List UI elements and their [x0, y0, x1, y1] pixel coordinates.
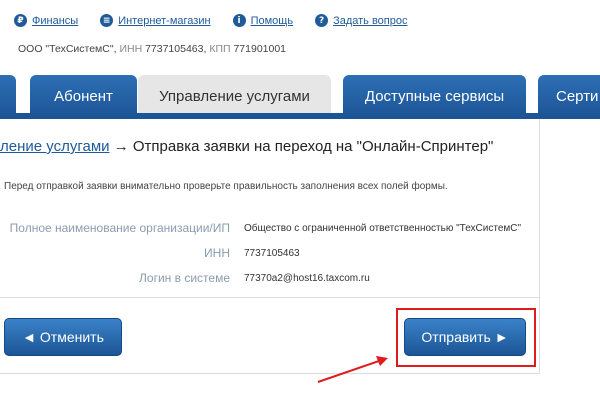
main-tabs: Абонент Управление услугами Доступные се…: [0, 75, 600, 117]
field-value-org-name: Общество с ограниченной ответственностью…: [244, 223, 522, 234]
divider: [0, 297, 540, 298]
pointer-arrow-icon: [317, 356, 388, 383]
help-link-label[interactable]: Помощь: [251, 15, 294, 27]
cancel-button[interactable]: ◄ Отменить: [4, 318, 122, 356]
shop-link[interactable]: ≡ Интернет-магазин: [100, 14, 211, 27]
field-value-inn: 7737105463: [244, 248, 300, 259]
field-row-inn: ИНН 7737105463: [0, 246, 540, 270]
finance-link[interactable]: ₽ Финансы: [14, 14, 78, 27]
info-icon: i: [232, 14, 246, 27]
top-bar: ₽ Финансы ≡ Интернет-магазин i Помощь ? …: [0, 0, 600, 70]
org-info: ООО "ТехСистемС", ИНН 7737105463, КПП 77…: [18, 43, 286, 55]
field-label-inn: ИНН: [204, 246, 230, 260]
shop-link-label[interactable]: Интернет-магазин: [118, 15, 210, 27]
field-value-login: 77370a2@host16.taxcom.ru: [244, 273, 370, 284]
org-inn: 7737105463,: [145, 43, 207, 55]
page-title: Отправка заявки на переход на "Онлайн-Сп…: [132, 138, 494, 155]
top-links: ₽ Финансы ≡ Интернет-магазин i Помощь ? …: [14, 14, 429, 27]
cart-icon: ≡: [100, 14, 114, 27]
highlight-box: [396, 308, 536, 367]
ask-question-link-label[interactable]: Задать вопрос: [333, 15, 407, 27]
org-inn-label: ИНН: [119, 43, 143, 55]
tab-subscriber[interactable]: Абонент: [30, 75, 137, 117]
breadcrumb-link[interactable]: ление услугами: [0, 138, 110, 155]
tab-partial-left[interactable]: [0, 75, 16, 117]
breadcrumb: ление услугами → Отправка заявки на пере…: [0, 138, 493, 155]
field-row-org-name: Полное наименование организации/ИП Общес…: [0, 221, 540, 245]
field-label-login: Логин в системе: [139, 271, 230, 285]
finance-link-label[interactable]: Финансы: [32, 15, 78, 27]
question-icon: ?: [315, 14, 329, 27]
tab-available-services[interactable]: Доступные сервисы: [343, 75, 526, 117]
field-row-login: Логин в системе 77370a2@host16.taxcom.ru: [0, 271, 540, 295]
help-link[interactable]: i Помощь: [232, 14, 294, 27]
org-kpp: 771901001: [233, 43, 287, 55]
org-kpp-label: КПП: [209, 43, 231, 55]
breadcrumb-arrow: →: [109, 138, 133, 155]
ask-question-link[interactable]: ? Задать вопрос: [315, 14, 407, 27]
form-note: Перед отправкой заявки внимательно прове…: [4, 181, 448, 192]
ruble-icon: ₽: [14, 14, 27, 27]
tab-service-management[interactable]: Управление услугами: [138, 75, 331, 117]
tab-certificates[interactable]: Серти: [538, 75, 600, 117]
org-name: ООО "ТехСистемС",: [18, 43, 117, 55]
field-label-org-name: Полное наименование организации/ИП: [9, 221, 230, 235]
